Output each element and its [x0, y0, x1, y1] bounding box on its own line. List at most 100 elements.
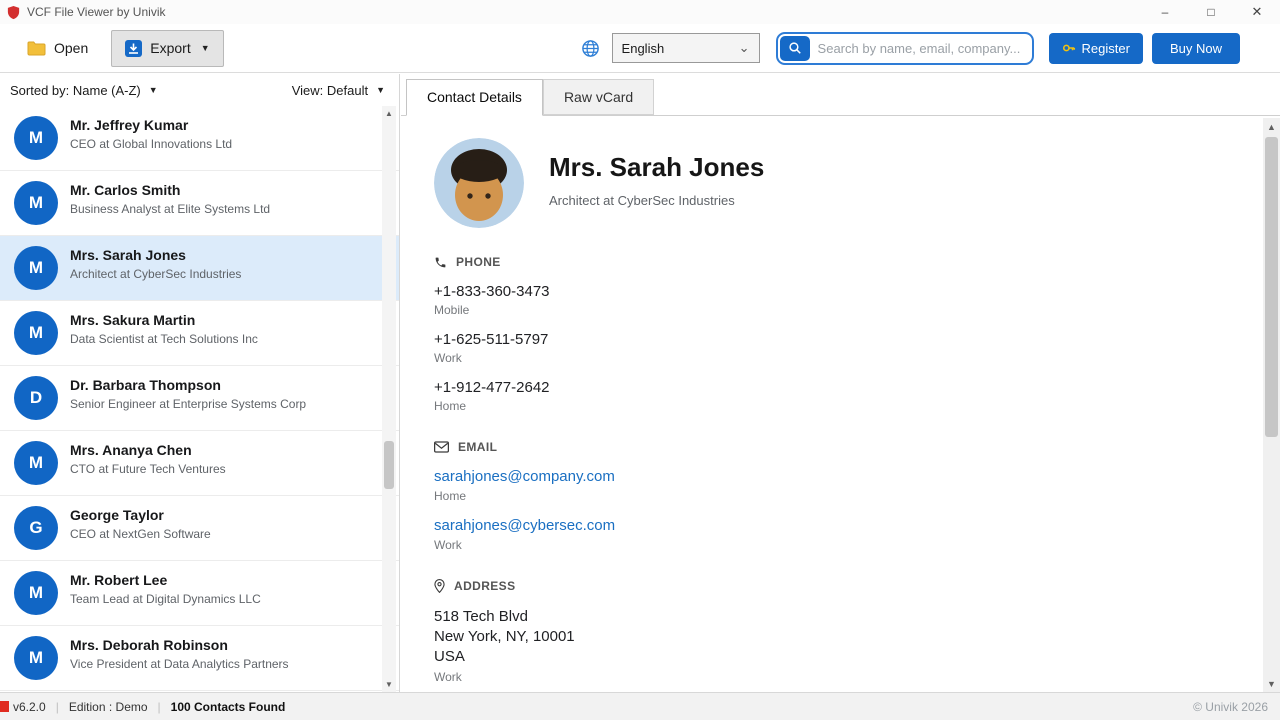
- copyright-text: © Univik 2026: [1193, 699, 1268, 714]
- contact-row[interactable]: M Mr. Carlos Smith Business Analyst at E…: [0, 171, 399, 236]
- contact-list: M Mr. Jeffrey Kumar CEO at Global Innova…: [0, 106, 399, 692]
- phone-item: +1-625-511-5797 Work: [434, 331, 1223, 365]
- list-header: Sorted by: Name (A-Z) ▼ View: Default ▼: [0, 74, 399, 106]
- contact-photo: [434, 138, 524, 228]
- phone-section: PHONE +1-833-360-3473 Mobile +1-625-511-…: [434, 255, 1223, 413]
- contact-name: Mr. Jeffrey Kumar: [70, 117, 189, 133]
- edition-text: Edition : Demo: [68, 699, 148, 714]
- section-heading: PHONE: [456, 255, 501, 269]
- language-select[interactable]: English ⌄: [611, 33, 760, 63]
- key-icon: [1062, 41, 1076, 55]
- close-button[interactable]: ✕: [1234, 0, 1280, 24]
- contact-row-selected[interactable]: M Mrs. Sarah Jones Architect at CyberSec…: [0, 236, 399, 301]
- scroll-down-icon[interactable]: ▼: [382, 677, 396, 692]
- contact-row[interactable]: D Dr. Barbara Thompson Senior Engineer a…: [0, 366, 399, 431]
- section-heading: EMAIL: [458, 440, 498, 454]
- tab-bar: Contact Details Raw vCard: [401, 74, 1280, 116]
- search-input[interactable]: [809, 40, 1030, 56]
- detail-content: Mrs. Sarah Jones Architect at CyberSec I…: [401, 116, 1263, 692]
- contact-subtitle: Business Analyst at Elite Systems Ltd: [70, 202, 271, 216]
- language-value: English: [621, 40, 665, 56]
- export-button[interactable]: Export ▼: [111, 29, 224, 67]
- contact-row[interactable]: M Mr. Robert Lee Team Lead at Digital Dy…: [0, 561, 399, 626]
- contact-row[interactable]: M Mrs. Deborah Robinson Vice President a…: [0, 626, 399, 691]
- tab-raw-vcard[interactable]: Raw vCard: [542, 79, 655, 115]
- status-bar: v6.2.0 | Edition : Demo | 100 Contacts F…: [0, 692, 1280, 720]
- contact-name: George Taylor: [70, 507, 164, 523]
- contact-row[interactable]: M Mr. Jeffrey Kumar CEO at Global Innova…: [0, 106, 399, 171]
- register-label: Register: [1081, 40, 1130, 56]
- contact-list-panel: Sorted by: Name (A-Z) ▼ View: Default ▼ …: [0, 74, 400, 692]
- dropdown-arrow-icon: ▼: [200, 43, 210, 53]
- contact-name: Mr. Robert Lee: [70, 572, 168, 588]
- contact-subtitle: CTO at Future Tech Ventures: [70, 462, 226, 476]
- tab-contact-details[interactable]: Contact Details: [406, 79, 543, 116]
- dropdown-arrow-icon: ▼: [376, 85, 385, 95]
- email-item: sarahjones@company.com Home: [434, 468, 1223, 503]
- separator: |: [55, 699, 59, 714]
- contact-subtitle: CEO at NextGen Software: [70, 527, 211, 541]
- open-button[interactable]: Open: [14, 31, 101, 65]
- email-icon: [434, 441, 449, 453]
- contact-name: Mrs. Sakura Martin: [70, 312, 196, 328]
- sort-control[interactable]: Sorted by: Name (A-Z) ▼: [10, 83, 158, 98]
- scrollbar-thumb[interactable]: [384, 441, 394, 489]
- avatar: M: [14, 181, 58, 225]
- contact-subtitle: Architect at CyberSec Industries: [70, 267, 242, 281]
- avatar: M: [14, 311, 58, 355]
- avatar: M: [14, 636, 58, 680]
- buy-now-button[interactable]: Buy Now: [1151, 32, 1240, 64]
- section-heading: ADDRESS: [454, 579, 516, 593]
- phone-label: Home: [434, 399, 467, 413]
- version-text: v6.2.0: [13, 699, 46, 714]
- view-control[interactable]: View: Default ▼: [292, 83, 385, 98]
- email-section-heading: EMAIL: [434, 440, 1223, 454]
- title-bar: VCF File Viewer by Univik – □ ✕: [0, 0, 1280, 24]
- profile-header: Mrs. Sarah Jones Architect at CyberSec I…: [434, 138, 1223, 228]
- email-link[interactable]: sarahjones@cybersec.com: [434, 517, 615, 534]
- view-label: View: Default: [291, 82, 369, 98]
- open-label: Open: [54, 40, 89, 56]
- contact-row[interactable]: M Mrs. Sakura Martin Data Scientist at T…: [0, 301, 399, 366]
- contact-row[interactable]: G George Taylor CEO at NextGen Software: [0, 496, 399, 561]
- phone-label: Work: [434, 351, 462, 365]
- status-accent: [0, 701, 9, 712]
- maximize-button[interactable]: □: [1188, 0, 1234, 24]
- contact-name: Mrs. Deborah Robinson: [70, 637, 228, 653]
- phone-item: +1-912-477-2642 Home: [434, 379, 1223, 413]
- phone-icon: [434, 256, 447, 269]
- address-line: 518 Tech Blvd: [434, 608, 528, 625]
- scroll-up-icon[interactable]: ▲: [1263, 118, 1280, 135]
- email-link[interactable]: sarahjones@company.com: [434, 468, 615, 485]
- register-button[interactable]: Register: [1048, 32, 1143, 64]
- email-section: EMAIL sarahjones@company.com Home sarahj…: [434, 440, 1223, 552]
- window-title: VCF File Viewer by Univik: [27, 5, 166, 19]
- address-line: USA: [434, 648, 465, 665]
- scroll-down-icon[interactable]: ▼: [1263, 675, 1280, 692]
- contact-name: Mrs. Sarah Jones: [70, 247, 186, 263]
- contact-row[interactable]: M Mrs. Ananya Chen CTO at Future Tech Ve…: [0, 431, 399, 496]
- language-group: English ⌄: [581, 33, 760, 63]
- search-button[interactable]: [779, 35, 810, 61]
- phone-section-heading: PHONE: [434, 255, 1223, 269]
- export-label: Export: [150, 40, 191, 56]
- main-scrollbar[interactable]: ▲ ▼: [1263, 118, 1280, 692]
- scroll-up-icon[interactable]: ▲: [382, 106, 396, 121]
- export-icon: [125, 39, 143, 57]
- chevron-down-icon: ⌄: [738, 40, 750, 55]
- dropdown-arrow-icon: ▼: [148, 85, 158, 95]
- minimize-button[interactable]: –: [1142, 0, 1188, 24]
- search-box: [775, 31, 1034, 65]
- phone-value: +1-833-360-3473: [434, 283, 550, 300]
- list-scrollbar[interactable]: ▲ ▼: [382, 106, 396, 692]
- contact-name: Mr. Carlos Smith: [70, 182, 181, 198]
- scrollbar-thumb[interactable]: [1265, 137, 1278, 437]
- address-label: Work: [434, 670, 462, 684]
- folder-icon: [27, 40, 46, 56]
- contact-name: Mrs. Ananya Chen: [70, 442, 192, 458]
- contacts-count: 100 Contacts Found: [170, 699, 286, 714]
- contact-subtitle: CEO at Global Innovations Ltd: [70, 137, 233, 151]
- app-logo-shield-icon: [6, 5, 21, 20]
- toolbar: Open Export ▼ English ⌄ Register Buy No: [0, 24, 1280, 73]
- email-item: sarahjones@cybersec.com Work: [434, 517, 1223, 552]
